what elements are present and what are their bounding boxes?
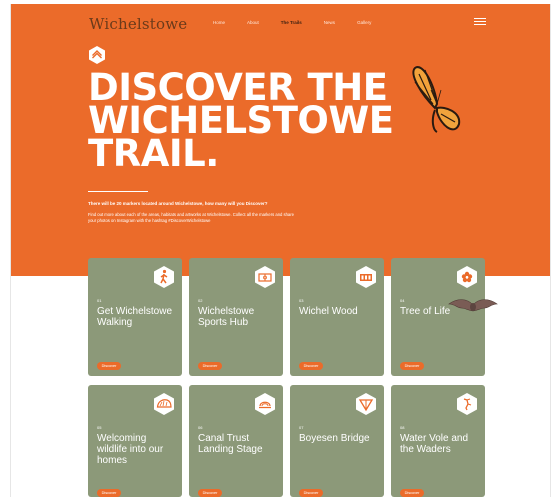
nav-news[interactable]: News	[324, 20, 335, 25]
card-number: 06	[198, 425, 203, 430]
hamburger-menu-icon[interactable]	[474, 18, 486, 28]
title-divider	[88, 191, 148, 192]
card-number: 01	[97, 298, 102, 303]
trail-card-06[interactable]: 06 Canal Trust Landing Stage Discover	[189, 385, 283, 497]
nav-the-trails[interactable]: The Trails	[281, 20, 302, 25]
discover-button[interactable]: Discover	[400, 362, 424, 370]
card-number: 04	[400, 298, 405, 303]
card-title: Get Wichelstowe Walking	[97, 306, 173, 328]
walking-person-icon	[154, 266, 174, 288]
trail-card-05[interactable]: 05 Welcoming wildlife into our homes Dis…	[88, 385, 182, 497]
discover-button[interactable]: Discover	[299, 489, 323, 497]
page-frame: Wichelstowe Home About The Trails News G…	[10, 4, 551, 497]
wood-icon	[356, 266, 376, 288]
trail-card-04[interactable]: 04 Tree of Life Discover	[391, 258, 485, 376]
site-logo[interactable]: Wichelstowe	[89, 15, 187, 33]
card-number: 08	[400, 425, 405, 430]
discover-button[interactable]: Discover	[198, 489, 222, 497]
sports-hub-icon	[255, 266, 275, 288]
discover-button[interactable]: Discover	[299, 362, 323, 370]
intro-text: Find out more about each of the areas, h…	[88, 212, 294, 223]
card-title: Welcoming wildlife into our homes	[97, 433, 164, 466]
trail-logo-icon	[89, 46, 105, 64]
card-title: Wichel Wood	[299, 306, 358, 317]
card-number: 03	[299, 298, 304, 303]
intro-headline: There will be 20 markers located around …	[88, 201, 268, 206]
hero-section: Wichelstowe Home About The Trails News G…	[11, 4, 550, 276]
main-nav: Home About The Trails News Gallery	[213, 20, 393, 25]
card-number: 05	[97, 425, 102, 430]
discover-button[interactable]: Discover	[198, 362, 222, 370]
bridge-icon	[356, 393, 376, 415]
card-number: 07	[299, 425, 304, 430]
butterfly-icon	[412, 66, 461, 133]
bat-icon	[448, 299, 498, 312]
card-title: Water Vole and the Waders	[400, 433, 469, 455]
hedgehog-icon	[154, 393, 174, 415]
trail-card-02[interactable]: 02 Wichelstowe Sports Hub Discover	[189, 258, 283, 376]
landing-stage-icon	[255, 393, 275, 415]
discover-button[interactable]: Discover	[97, 489, 121, 497]
nav-gallery[interactable]: Gallery	[357, 20, 371, 25]
trail-card-07[interactable]: 07 Boyesen Bridge Discover	[290, 385, 384, 497]
heron-icon	[457, 393, 477, 415]
trail-card-03[interactable]: 03 Wichel Wood Discover	[290, 258, 384, 376]
nav-home[interactable]: Home	[213, 20, 225, 25]
discover-button[interactable]: Discover	[400, 489, 424, 497]
flower-icon	[457, 266, 477, 288]
nav-about[interactable]: About	[247, 20, 259, 25]
trail-card-01[interactable]: 01 Get Wichelstowe Walking Discover	[88, 258, 182, 376]
card-title: Wichelstowe Sports Hub	[198, 306, 255, 328]
card-title: Boyesen Bridge	[299, 433, 370, 444]
hero-title: DISCOVER THE WICHELSTOWE TRAIL.	[88, 69, 394, 172]
card-number: 02	[198, 298, 203, 303]
card-title: Canal Trust Landing Stage	[198, 433, 263, 455]
discover-button[interactable]: Discover	[97, 362, 121, 370]
trail-card-08[interactable]: 08 Water Vole and the Waders Discover	[391, 385, 485, 497]
